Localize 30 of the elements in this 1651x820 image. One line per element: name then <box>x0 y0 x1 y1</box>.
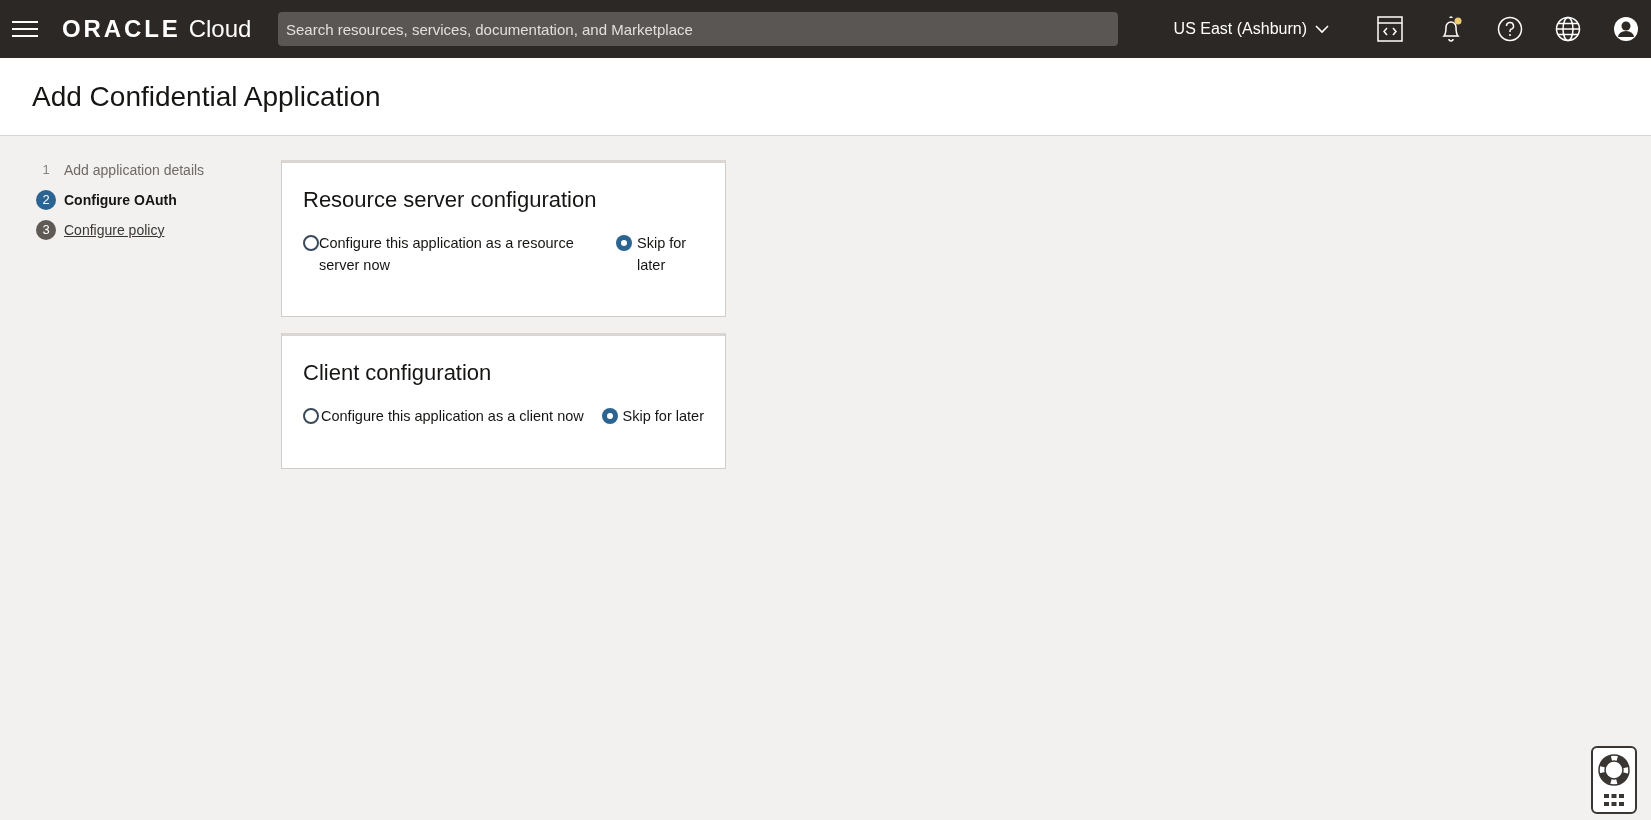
chevron-down-icon <box>1315 24 1329 34</box>
step-label: Configure OAuth <box>64 190 177 210</box>
section-title: Resource server configuration <box>303 186 598 214</box>
step-number: 3 <box>36 220 56 240</box>
step-number: 1 <box>41 161 51 180</box>
code-editor-icon[interactable] <box>1377 16 1403 42</box>
menu-icon[interactable] <box>12 19 38 39</box>
help-icon[interactable] <box>1497 16 1523 42</box>
step-label[interactable]: Configure policy <box>64 219 165 241</box>
help-center-button[interactable] <box>1591 746 1637 814</box>
radio-button[interactable] <box>303 235 319 251</box>
page-title: Add Confidential Application <box>32 79 381 114</box>
radio-button[interactable] <box>601 408 618 424</box>
logo[interactable]: ORACLE <box>62 11 181 47</box>
section-title: Client configuration <box>303 359 493 387</box>
radio-option[interactable]: Skip for later <box>616 232 704 276</box>
grid-icon <box>1604 794 1624 806</box>
globe-icon[interactable] <box>1555 16 1581 42</box>
radio-button[interactable] <box>303 408 319 424</box>
lifebuoy-icon <box>1598 754 1630 786</box>
radio-option[interactable]: Configure this application as a resource server now <box>303 232 593 276</box>
step-number: 2 <box>36 190 56 210</box>
profile-icon[interactable] <box>1613 16 1639 42</box>
radio-option[interactable]: Skip for later <box>601 405 704 427</box>
region-selector[interactable]: US East (Ashburn) <box>1173 17 1329 41</box>
radio-button[interactable] <box>616 235 632 251</box>
search-field[interactable]: Search resources, services, documentation, and Marketplace <box>278 12 1118 46</box>
step-label: Add application details <box>64 160 205 180</box>
radio-option[interactable]: Configure this application as a client now <box>303 405 584 427</box>
logo-text: Cloud <box>188 14 252 44</box>
